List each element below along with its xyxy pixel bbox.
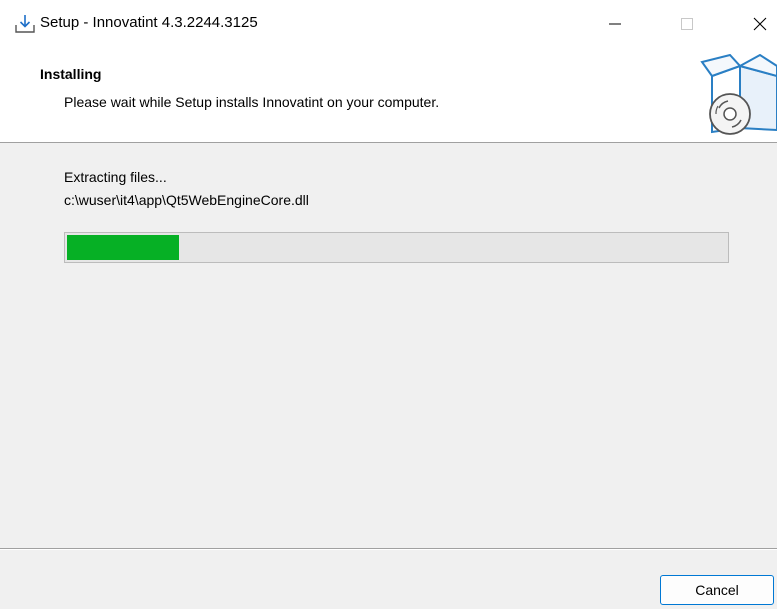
close-icon: [753, 17, 767, 34]
page-subtitle: Please wait while Setup installs Innovat…: [64, 94, 440, 110]
maximize-icon: [681, 17, 693, 33]
cancel-button[interactable]: Cancel: [660, 575, 774, 605]
minimize-button[interactable]: [592, 0, 638, 50]
minimize-icon: [609, 17, 621, 33]
current-file-label: c:\wuser\it4\app\Qt5WebEngineCore.dll: [64, 192, 309, 208]
window-title: Setup - Innovatint 4.3.2244.3125: [40, 14, 258, 31]
download-icon: [14, 13, 36, 35]
setup-box-disc-icon: [700, 53, 777, 136]
footer-divider: [0, 548, 777, 550]
progress-fill: [67, 235, 179, 260]
wizard-header: Installing Please wait while Setup insta…: [0, 50, 777, 143]
status-label: Extracting files...: [64, 169, 167, 185]
page-title: Installing: [40, 66, 102, 82]
maximize-button[interactable]: [664, 0, 710, 50]
title-bar: Setup - Innovatint 4.3.2244.3125: [0, 0, 777, 50]
wizard-content: Extracting files... c:\wuser\it4\app\Qt5…: [0, 143, 777, 548]
progress-bar: [64, 232, 729, 263]
close-button[interactable]: [737, 0, 777, 50]
